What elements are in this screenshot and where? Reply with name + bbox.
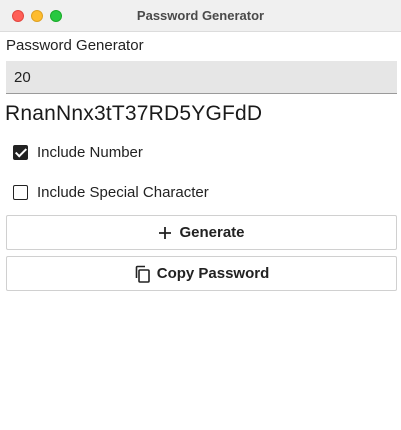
copy-password-button[interactable]: Copy Password: [6, 256, 397, 291]
include-special-checkbox[interactable]: [13, 184, 28, 200]
password-length-input[interactable]: [6, 61, 397, 94]
include-number-label: Include Number: [37, 143, 143, 161]
section-label: Password Generator: [6, 37, 144, 54]
copy-password-button-label: Copy Password: [156, 265, 270, 282]
include-special-option[interactable]: Include Special Character: [13, 183, 209, 201]
include-special-label: Include Special Character: [37, 183, 209, 201]
app-window: Password Generator Password Generator Rn…: [0, 0, 401, 430]
title-bar: Password Generator: [0, 0, 401, 32]
include-number-checkbox[interactable]: [13, 144, 28, 160]
generated-password: RnanNnx3tT37RD5YGFdD: [5, 102, 263, 125]
include-number-option[interactable]: Include Number: [13, 143, 143, 161]
plus-icon: [158, 226, 172, 240]
generate-button-label: Generate: [179, 224, 245, 241]
window-title: Password Generator: [136, 8, 265, 23]
generate-button[interactable]: Generate: [6, 215, 397, 250]
copy-icon: [134, 265, 150, 283]
